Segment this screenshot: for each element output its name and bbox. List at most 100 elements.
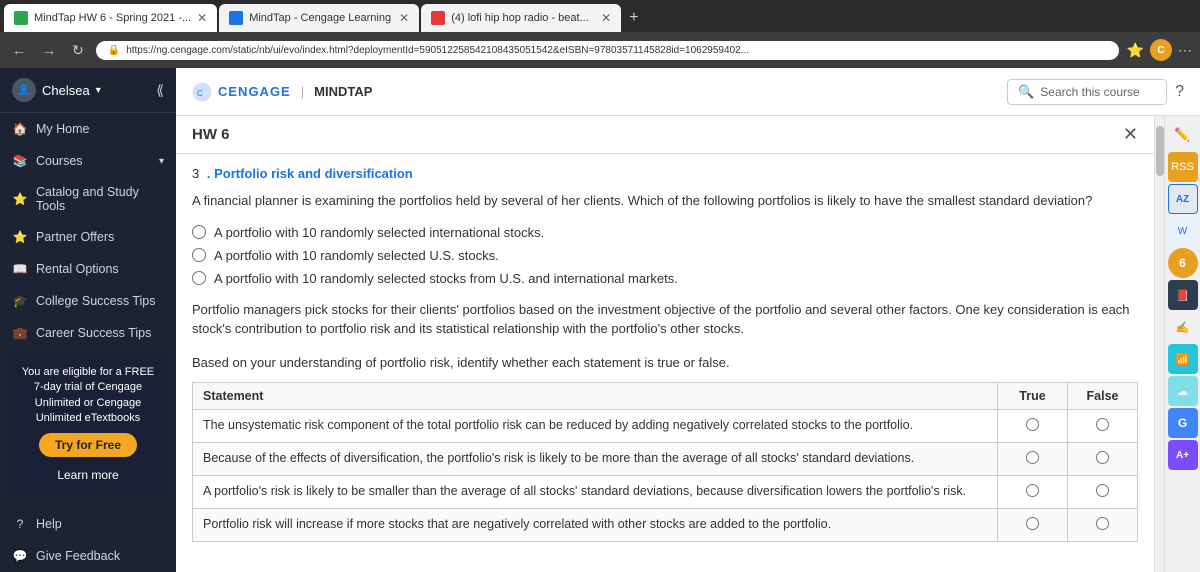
sidebar-item-help[interactable]: ? Help bbox=[0, 508, 176, 540]
try-free-button[interactable]: Try for Free bbox=[39, 433, 137, 457]
accessibility-tool-button[interactable]: A+ bbox=[1168, 440, 1198, 470]
pencil-tool-button[interactable]: ✏️ bbox=[1168, 120, 1198, 150]
profile-button[interactable]: C bbox=[1150, 39, 1172, 61]
office-tool-button[interactable]: W bbox=[1168, 216, 1198, 246]
search-placeholder-text: Search this course bbox=[1040, 85, 1139, 99]
az-tool-button[interactable]: AZ bbox=[1168, 184, 1198, 214]
logo-cengage: CENGAGE bbox=[218, 84, 291, 99]
sidebar-item-courses[interactable]: 📚 Courses ▾ bbox=[0, 145, 176, 177]
close-hw-button[interactable]: ✕ bbox=[1123, 124, 1138, 145]
browser-chrome: MindTap HW 6 - Spring 2021 -... ✕ MindTa… bbox=[0, 0, 1200, 68]
sidebar-item-partner-offers[interactable]: ⭐ Partner Offers bbox=[0, 221, 176, 253]
sidebar-item-catalog[interactable]: ⭐ Catalog and Study Tools bbox=[0, 177, 176, 221]
profile-avatar: C bbox=[1150, 39, 1172, 61]
top-header: C CENGAGE | MINDTAP 🔍 Search this course… bbox=[176, 68, 1200, 116]
cloud-tool-button[interactable]: ☁ bbox=[1168, 376, 1198, 406]
tab-title-3: (4) lofi hip hop radio - beat... bbox=[451, 12, 595, 24]
forward-button[interactable]: → bbox=[38, 40, 60, 60]
tab-close-3[interactable]: ✕ bbox=[601, 11, 611, 25]
false-radio-cell-1[interactable] bbox=[1068, 443, 1138, 476]
refresh-button[interactable]: ↻ bbox=[68, 40, 88, 61]
sidebar-label-college: College Success Tips bbox=[36, 294, 156, 308]
content-wrapper: HW 6 ✕ 3 . Portfolio risk and diversific… bbox=[176, 116, 1200, 572]
sidebar-label-rental: Rental Options bbox=[36, 262, 119, 276]
true-radio-1[interactable] bbox=[1026, 451, 1039, 464]
rss-tool-button[interactable]: RSS bbox=[1168, 152, 1198, 182]
scroll-thumb[interactable] bbox=[1156, 126, 1164, 176]
sidebar-collapse-button[interactable]: ⟪ bbox=[156, 82, 164, 99]
url-box[interactable]: 🔒 https://ng.cengage.com/static/nb/ui/ev… bbox=[96, 41, 1119, 60]
statement-cell-2: A portfolio's risk is likely to be small… bbox=[193, 476, 998, 509]
true-radio-cell-2[interactable] bbox=[998, 476, 1068, 509]
sidebar-label-my-home: My Home bbox=[36, 122, 89, 136]
extensions-button[interactable]: ⭐ bbox=[1127, 42, 1144, 59]
feedback-icon: 💬 bbox=[12, 548, 28, 564]
tab-bar: MindTap HW 6 - Spring 2021 -... ✕ MindTa… bbox=[0, 0, 1200, 32]
false-radio-1[interactable] bbox=[1096, 451, 1109, 464]
sidebar-item-rental-options[interactable]: 📖 Rental Options bbox=[0, 253, 176, 285]
sidebar-user[interactable]: 👤 Chelsea ▾ bbox=[12, 78, 101, 102]
tab-mindtap-cengage[interactable]: MindTap - Cengage Learning ✕ bbox=[219, 4, 419, 32]
edit-tool-button[interactable]: ✍ bbox=[1168, 312, 1198, 342]
option-2: A portfolio with 10 randomly selected U.… bbox=[192, 248, 1138, 263]
book-tool-button[interactable]: 📕 bbox=[1168, 280, 1198, 310]
explanation-p2: Based on your understanding of portfolio… bbox=[192, 353, 1138, 373]
true-radio-cell-1[interactable] bbox=[998, 443, 1068, 476]
sidebar-label-catalog: Catalog and Study Tools bbox=[36, 185, 164, 213]
tab-favicon-3 bbox=[431, 11, 445, 25]
sidebar-item-feedback[interactable]: 💬 Give Feedback bbox=[0, 540, 176, 572]
hw-title: HW 6 bbox=[192, 126, 230, 143]
tab-mindtap-hw6[interactable]: MindTap HW 6 - Spring 2021 -... ✕ bbox=[4, 4, 217, 32]
true-radio-2[interactable] bbox=[1026, 484, 1039, 497]
table-row: The unsystematic risk component of the t… bbox=[193, 410, 1138, 443]
college-icon: 🎓 bbox=[12, 293, 28, 309]
back-button[interactable]: ← bbox=[8, 40, 30, 60]
sidebar-item-my-home[interactable]: 🏠 My Home bbox=[0, 113, 176, 145]
option-3: A portfolio with 10 randomly selected st… bbox=[192, 271, 1138, 286]
false-radio-cell-0[interactable] bbox=[1068, 410, 1138, 443]
sidebar-item-career-success[interactable]: 💼 Career Success Tips bbox=[0, 317, 176, 349]
svg-text:C: C bbox=[197, 89, 203, 98]
radio-option-2[interactable] bbox=[192, 248, 206, 262]
table-row: Because of the effects of diversificatio… bbox=[193, 443, 1138, 476]
col-header-false: False bbox=[1068, 383, 1138, 410]
user-dropdown-icon: ▾ bbox=[96, 85, 101, 96]
tab-close-1[interactable]: ✕ bbox=[197, 11, 207, 25]
lock-icon: 🔒 bbox=[108, 45, 120, 56]
tab-close-2[interactable]: ✕ bbox=[399, 11, 409, 25]
option-1-label: A portfolio with 10 randomly selected in… bbox=[214, 225, 544, 240]
learn-more-link[interactable]: Learn more bbox=[16, 463, 160, 488]
tab-title-1: MindTap HW 6 - Spring 2021 -... bbox=[34, 12, 191, 24]
content-scroll: 3 . Portfolio risk and diversification A… bbox=[176, 154, 1154, 554]
true-false-table: Statement True False The unsystematic ri… bbox=[192, 382, 1138, 542]
browser-icons: ⭐ C ⋯ bbox=[1127, 39, 1192, 61]
false-radio-cell-3[interactable] bbox=[1068, 509, 1138, 542]
sidebar-header: 👤 Chelsea ▾ ⟪ bbox=[0, 68, 176, 113]
sidebar-item-college-success[interactable]: 🎓 College Success Tips bbox=[0, 285, 176, 317]
new-tab-button[interactable]: + bbox=[623, 9, 644, 27]
false-radio-0[interactable] bbox=[1096, 418, 1109, 431]
google-tool-button[interactable]: G bbox=[1168, 408, 1198, 438]
menu-button[interactable]: ⋯ bbox=[1178, 42, 1192, 59]
header-help-button[interactable]: ? bbox=[1175, 83, 1184, 101]
false-radio-cell-2[interactable] bbox=[1068, 476, 1138, 509]
false-radio-3[interactable] bbox=[1096, 517, 1109, 530]
sidebar-bottom: ? Help 💬 Give Feedback bbox=[0, 508, 176, 572]
true-radio-3[interactable] bbox=[1026, 517, 1039, 530]
true-radio-0[interactable] bbox=[1026, 418, 1039, 431]
radio-option-1[interactable] bbox=[192, 225, 206, 239]
true-radio-cell-0[interactable] bbox=[998, 410, 1068, 443]
wifi-tool-button[interactable]: 📶 bbox=[1168, 344, 1198, 374]
search-box[interactable]: 🔍 Search this course bbox=[1007, 79, 1167, 105]
false-radio-2[interactable] bbox=[1096, 484, 1109, 497]
app-container: 👤 Chelsea ▾ ⟪ 🏠 My Home 📚 Courses ▾ ⭐ Ca… bbox=[0, 68, 1200, 572]
question-heading-text: Portfolio risk and diversification bbox=[214, 166, 413, 181]
tab-lofi[interactable]: (4) lofi hip hop radio - beat... ✕ bbox=[421, 4, 621, 32]
hw-header: HW 6 ✕ bbox=[176, 116, 1154, 154]
cengage-logo-icon: C bbox=[192, 82, 212, 102]
courses-arrow-icon: ▾ bbox=[159, 156, 164, 167]
tab-title-2: MindTap - Cengage Learning bbox=[249, 12, 393, 24]
radio-option-3[interactable] bbox=[192, 271, 206, 285]
true-radio-cell-3[interactable] bbox=[998, 509, 1068, 542]
cengage6-tool-button[interactable]: 6 bbox=[1168, 248, 1198, 278]
